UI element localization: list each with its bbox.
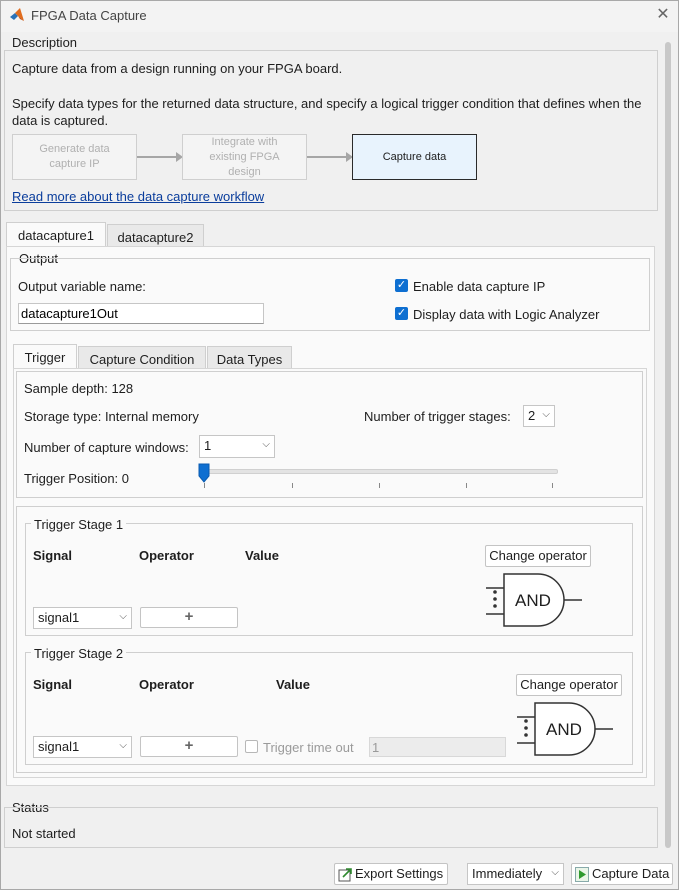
status-text: Not started [12, 826, 76, 841]
stage-1-add-operator-button[interactable]: + [140, 607, 238, 628]
trigger-timeout-label: Trigger time out [263, 740, 354, 755]
workflow-arrow [307, 152, 353, 162]
stage-1-gate-label: AND [515, 591, 551, 610]
storage-type: Storage type: Internal memory [24, 409, 199, 424]
play-icon [575, 867, 589, 882]
stage-2-add-operator-button[interactable]: + [140, 736, 238, 757]
trigger-position-label: Trigger Position: 0 [24, 471, 130, 486]
trigger-position-slider[interactable] [203, 469, 558, 474]
stage-2-change-operator-button[interactable]: Change operator [516, 674, 622, 696]
chevron-down-icon: ⌵ [551, 867, 559, 878]
close-icon[interactable]: ✕ [654, 6, 672, 24]
status-panel [4, 807, 658, 848]
stage-2-signal-header: Signal [33, 677, 73, 692]
trigger-timeout-input[interactable] [369, 737, 506, 757]
workflow-step-integrate: Integrate with existing FPGA design [182, 134, 307, 180]
logic-analyzer-label: Display data with Logic Analyzer [413, 307, 600, 322]
stage-2-value-header: Value [276, 677, 310, 692]
slider-tick [552, 483, 553, 488]
trigger-timeout-checkbox[interactable] [245, 740, 258, 753]
stage-2-gate-label: AND [546, 720, 582, 739]
workflow-step-capture: Capture data [352, 134, 477, 180]
trigger-stages-select[interactable]: 2 ⌵ [523, 405, 555, 427]
subtab-trigger[interactable]: Trigger [13, 344, 77, 369]
stage-1-change-operator-button[interactable]: Change operator [485, 545, 591, 567]
trigger-stage-1-header: Trigger Stage 1 [31, 517, 127, 532]
capture-mode-select[interactable]: Immediately ⌵ [467, 863, 564, 885]
chevron-down-icon: ⌵ [542, 409, 550, 420]
matlab-logo-icon [10, 8, 24, 21]
sample-depth: Sample depth: 128 [24, 381, 134, 396]
workflow-link[interactable]: Read more about the data capture workflo… [12, 189, 264, 204]
stage-1-signal-select[interactable]: signal1 ⌵ [33, 607, 132, 629]
subtab-capture-condition[interactable]: Capture Condition [78, 346, 206, 368]
capture-windows-select[interactable]: 1 ⌵ [199, 435, 275, 458]
chevron-down-icon: ⌵ [262, 439, 270, 450]
output-var-label: Output variable name: [18, 279, 146, 294]
enable-ip-label: Enable data capture IP [413, 279, 546, 294]
trigger-stage-2-header: Trigger Stage 2 [31, 646, 127, 661]
chevron-down-icon: ⌵ [119, 740, 127, 751]
stage-2-signal-select[interactable]: signal1 ⌵ [33, 736, 132, 758]
capture-data-button[interactable]: Capture Data [571, 863, 673, 885]
slider-tick [379, 483, 380, 488]
stage-2-operator-header: Operator [139, 677, 194, 692]
slider-tick [204, 483, 205, 488]
logic-analyzer-checkbox[interactable]: ✓ [395, 307, 408, 320]
description-line-2: Specify data types for the returned data… [12, 96, 642, 128]
window-title: FPGA Data Capture [31, 8, 147, 23]
stage-1-operator-header: Operator [139, 548, 194, 563]
slider-thumb[interactable] [198, 463, 210, 483]
stage-1-signal-header: Signal [33, 548, 73, 563]
enable-ip-checkbox[interactable]: ✓ [395, 279, 408, 292]
workflow-step-generate: Generate data capture IP [12, 134, 137, 180]
slider-tick [466, 483, 467, 488]
export-icon [338, 868, 352, 882]
description-line-1: Capture data from a design running on yo… [12, 61, 343, 76]
capture-windows-label: Number of capture windows: [24, 440, 189, 455]
scrollbar[interactable] [665, 42, 671, 848]
subtab-data-types[interactable]: Data Types [207, 346, 292, 368]
export-settings-button[interactable]: Export Settings [334, 863, 448, 885]
description-header: Description [12, 35, 78, 50]
output-var-input[interactable] [18, 303, 264, 324]
workflow-arrow [137, 152, 183, 162]
chevron-down-icon: ⌵ [119, 611, 127, 622]
tab-datacapture1[interactable]: datacapture1 [6, 222, 106, 247]
trigger-stages-label: Number of trigger stages: [364, 409, 511, 424]
tab-datacapture2[interactable]: datacapture2 [107, 224, 204, 246]
stage-1-value-header: Value [245, 548, 279, 563]
slider-tick [292, 483, 293, 488]
